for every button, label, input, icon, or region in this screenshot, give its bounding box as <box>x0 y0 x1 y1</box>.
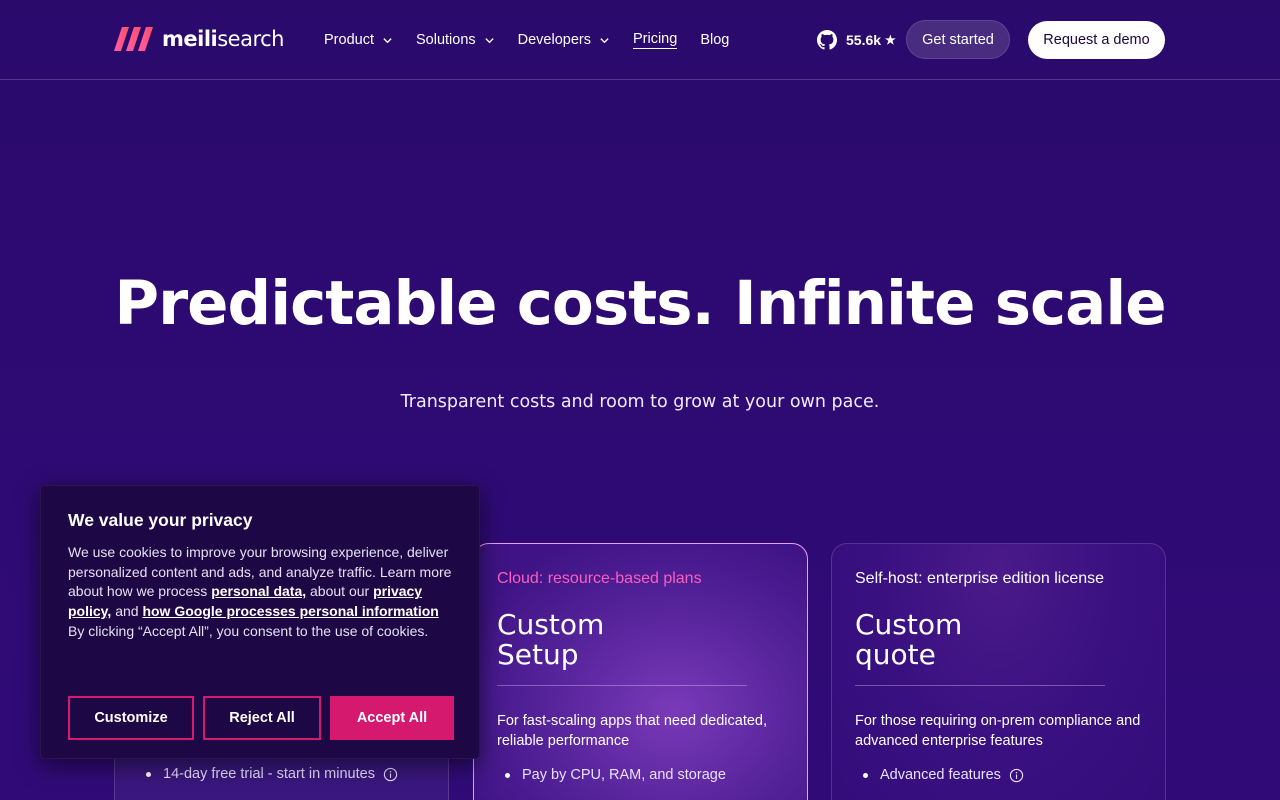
nav-solutions[interactable]: Solutions <box>416 32 495 48</box>
card-kicker: Self-host: enterprise edition license <box>855 570 1105 587</box>
hero-subtitle: Transparent costs and room to grow at yo… <box>400 392 880 412</box>
card-title: Custom Setup <box>497 608 605 671</box>
cookie-consent-dialog: We value your privacy We use cookies to … <box>40 485 480 759</box>
accept-all-button[interactable]: Accept All <box>330 696 454 740</box>
hero-title: Predictable costs. Infinite scale <box>114 268 1166 339</box>
card-title: Custom quote <box>855 608 963 671</box>
chevron-down-icon <box>383 37 392 43</box>
nav-product[interactable]: Product <box>324 32 393 48</box>
card-kicker: Cloud: resource-based plans <box>497 570 702 587</box>
card-description: For fast-scaling apps that need dedicate… <box>497 713 768 749</box>
pricing-card-self-host: Self-host: enterprise edition license Cu… <box>831 543 1166 800</box>
nav-pricing[interactable]: Pricing <box>632 31 678 49</box>
chevron-down-icon <box>600 37 609 43</box>
main-nav: Product Solutions Developers Pricing Blo… <box>324 30 752 50</box>
cookie-title: We value your privacy <box>68 510 253 530</box>
pricing-card-cloud: Cloud: resource-based plans Custom Setup… <box>473 543 808 800</box>
github-star-count: 55.6k <box>846 32 882 48</box>
chevron-down-icon <box>484 37 494 43</box>
star-icon: ★ <box>885 33 896 47</box>
divider <box>497 685 747 686</box>
meilisearch-logo-icon <box>114 27 153 51</box>
github-stars-link[interactable]: 55.6k ★ <box>817 30 896 50</box>
logo[interactable]: meilisearch <box>114 26 284 52</box>
info-icon[interactable] <box>1009 768 1024 783</box>
google-processing-link[interactable]: how Google processes personal informatio… <box>142 603 438 619</box>
site-header: meilisearch Product Solutions Developers… <box>0 0 1280 80</box>
bullet-dot <box>505 772 510 778</box>
bullet-dot <box>863 772 868 778</box>
nav-blog[interactable]: Blog <box>700 32 729 48</box>
request-demo-button[interactable]: Request a demo <box>1028 21 1165 59</box>
bullet-text: Pay by CPU, RAM, and storage <box>522 767 726 783</box>
list-item: Advanced features <box>863 767 1024 783</box>
logo-wordmark: meilisearch <box>162 27 284 51</box>
bullet-dot <box>146 771 151 777</box>
bullet-text: Advanced features <box>880 767 1001 783</box>
card-description: For those requiring on-prem compliance a… <box>855 713 1141 749</box>
bullet-text: 14-day free trial - start in minutes <box>163 766 375 782</box>
cookie-description: We use cookies to improve your browsing … <box>68 544 452 639</box>
divider <box>855 685 1105 686</box>
list-item: 14-day free trial - start in minutes <box>146 766 398 782</box>
customize-button[interactable]: Customize <box>68 696 194 740</box>
list-item: Pay by CPU, RAM, and storage <box>505 767 726 783</box>
nav-developers[interactable]: Developers <box>518 32 610 48</box>
reject-all-button[interactable]: Reject All <box>203 696 321 740</box>
github-icon <box>817 30 837 50</box>
get-started-button[interactable]: Get started <box>906 20 1010 59</box>
personal-data-link[interactable]: personal data, <box>211 583 306 599</box>
info-icon[interactable] <box>383 767 398 782</box>
